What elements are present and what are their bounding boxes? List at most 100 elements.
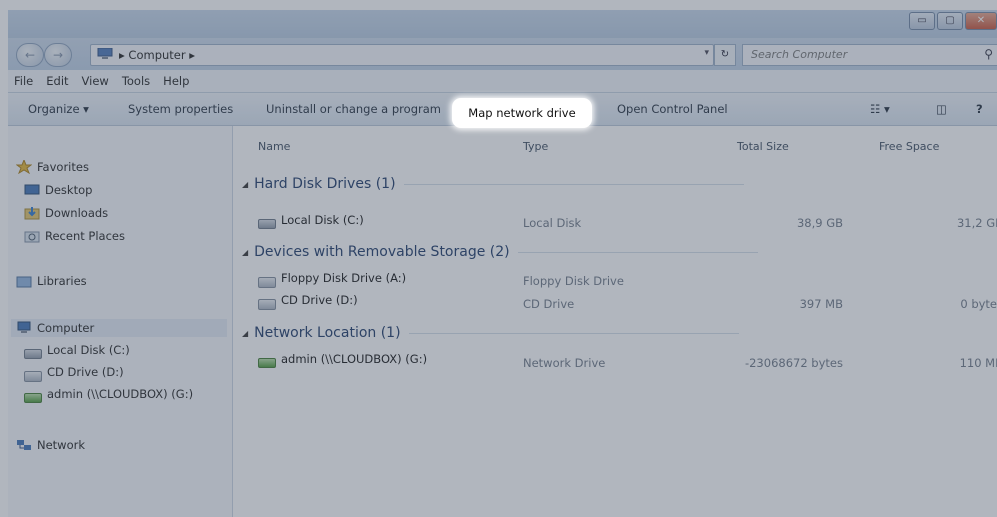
group-header-hard-disk[interactable]: ◢ Hard Disk Drives (1) [242,174,744,194]
open-control-panel-button[interactable]: Open Control Panel [617,102,728,116]
menu-tools[interactable]: Tools [116,70,157,88]
explorer-window: ▭ ▢ ✕ ← → ▸ Computer ▸ ▾ ↻ ⚲ FileEditVie… [8,10,997,517]
nav-label: Libraries [37,274,87,288]
address-bar[interactable]: ▸ Computer ▸ ▾ [90,44,714,66]
uninstall-program-button[interactable]: Uninstall or change a program [266,102,441,116]
column-header-name[interactable]: Name [258,140,290,153]
cd-drive-icon [258,298,276,310]
window-controls: ▭ ▢ ✕ [909,12,997,30]
row-free-space: 110 MB [959,356,997,370]
row-name: Floppy Disk Drive (A:) [281,271,407,285]
nav-libraries[interactable]: Libraries [16,272,87,290]
minimize-button[interactable]: ▭ [909,12,935,30]
file-list: Name Type Total Size Free Space ◢ Hard D… [233,126,997,517]
address-row: ← → ▸ Computer ▸ ▾ ↻ ⚲ [8,38,997,70]
row-type: CD Drive [523,297,575,311]
group-title: Network Location (1) [254,325,401,341]
preview-pane-icon[interactable]: ◫ [936,102,947,116]
title-bar: ▭ ▢ ✕ [8,10,997,38]
expand-triangle-icon[interactable]: ◢ [242,329,248,338]
map-network-drive-button[interactable]: Map network drive [452,98,592,128]
nav-label: CD Drive (D:) [47,365,124,379]
nav-cd-drive[interactable]: CD Drive (D:) [24,363,124,382]
nav-network-drive[interactable]: admin (\\CLOUDBOX) (G:) [24,385,193,403]
cd-drive-icon [24,370,42,382]
menu-help[interactable]: Help [157,70,196,88]
search-input[interactable] [743,45,979,63]
forward-button[interactable]: → [44,43,72,67]
network-icon [16,438,32,452]
row-type: Floppy Disk Drive [523,274,624,288]
views-icon[interactable]: ☷ ▾ [870,102,890,116]
row-total-size: -23068672 bytes [744,356,843,370]
row-name: admin (\\CLOUDBOX) (G:) [281,352,428,366]
desktop-icon [24,183,40,197]
chevron-down-icon[interactable]: ▾ [704,48,709,58]
group-divider [408,332,739,334]
nav-label: Network [37,438,86,452]
map-network-drive-label: Map network drive [468,106,576,120]
group-divider [517,251,758,253]
back-button[interactable]: ← [16,43,44,67]
navigation-pane: Favorites Desktop Downloads Recent Place… [8,126,233,517]
maximize-button[interactable]: ▢ [937,12,963,30]
nav-computer[interactable]: Computer [11,319,227,337]
menu-view[interactable]: View [76,70,116,88]
libraries-icon [16,274,32,288]
network-drive-icon [258,358,276,368]
search-box[interactable]: ⚲ [742,44,997,66]
hard-drive-icon [24,349,42,359]
nav-label: Recent Places [45,229,125,243]
row-total-size: 397 MB [799,297,843,311]
computer-icon [16,321,32,335]
table-row[interactable]: Floppy Disk Drive (A:) [258,271,407,288]
help-icon[interactable]: ? [976,102,983,116]
star-icon [15,158,33,175]
nav-recent-places[interactable]: Recent Places [24,227,125,245]
recent-places-icon [24,229,40,243]
nav-desktop[interactable]: Desktop [24,181,92,199]
nav-label: Computer [37,321,95,335]
menu-edit[interactable]: Edit [40,70,75,88]
row-total-size: 38,9 GB [796,216,843,230]
row-free-space: 0 bytes [960,297,997,311]
refresh-button[interactable]: ↻ [714,44,736,66]
downloads-icon [24,206,40,220]
nav-downloads[interactable]: Downloads [24,204,108,222]
column-header-type[interactable]: Type [523,140,548,153]
close-button[interactable]: ✕ [965,12,997,30]
expand-triangle-icon[interactable]: ◢ [242,248,248,257]
nav-network[interactable]: Network [16,436,85,454]
column-header-total-size[interactable]: Total Size [737,140,789,153]
group-title: Devices with Removable Storage (2) [254,244,510,260]
nav-label: Local Disk (C:) [47,343,130,357]
nav-label: admin (\\CLOUDBOX) (G:) [47,387,194,401]
row-name: Local Disk (C:) [281,213,364,227]
nav-favorites[interactable]: Favorites [15,158,89,176]
column-header-free-space[interactable]: Free Space [879,140,939,153]
nav-local-disk[interactable]: Local Disk (C:) [24,341,130,359]
group-header-removable[interactable]: ◢ Devices with Removable Storage (2) [242,242,758,262]
nav-label: Downloads [45,206,109,220]
system-properties-button[interactable]: System properties [128,102,233,116]
row-name: CD Drive (D:) [281,293,358,307]
group-header-network-location[interactable]: ◢ Network Location (1) [242,323,739,343]
table-row[interactable]: CD Drive (D:) [258,293,358,310]
group-divider [403,183,744,185]
table-row[interactable]: admin (\\CLOUDBOX) (G:) [258,352,428,368]
breadcrumb[interactable]: ▸ Computer ▸ [119,48,195,62]
row-type: Network Drive [523,356,606,370]
menu-bar: File Edit View Tools Help [8,70,997,93]
nav-label: Favorites [37,160,89,174]
computer-icon [97,47,113,60]
hard-drive-icon [258,219,276,229]
network-drive-icon [24,393,42,403]
floppy-drive-icon [258,276,276,288]
nav-label: Desktop [45,183,93,197]
search-icon[interactable]: ⚲ [984,47,993,61]
row-free-space: 31,2 GB [956,216,997,230]
expand-triangle-icon[interactable]: ◢ [242,180,248,189]
organize-button[interactable]: Organize ▾ [28,102,89,116]
table-row[interactable]: Local Disk (C:) [258,213,364,229]
menu-file[interactable]: File [8,70,40,88]
